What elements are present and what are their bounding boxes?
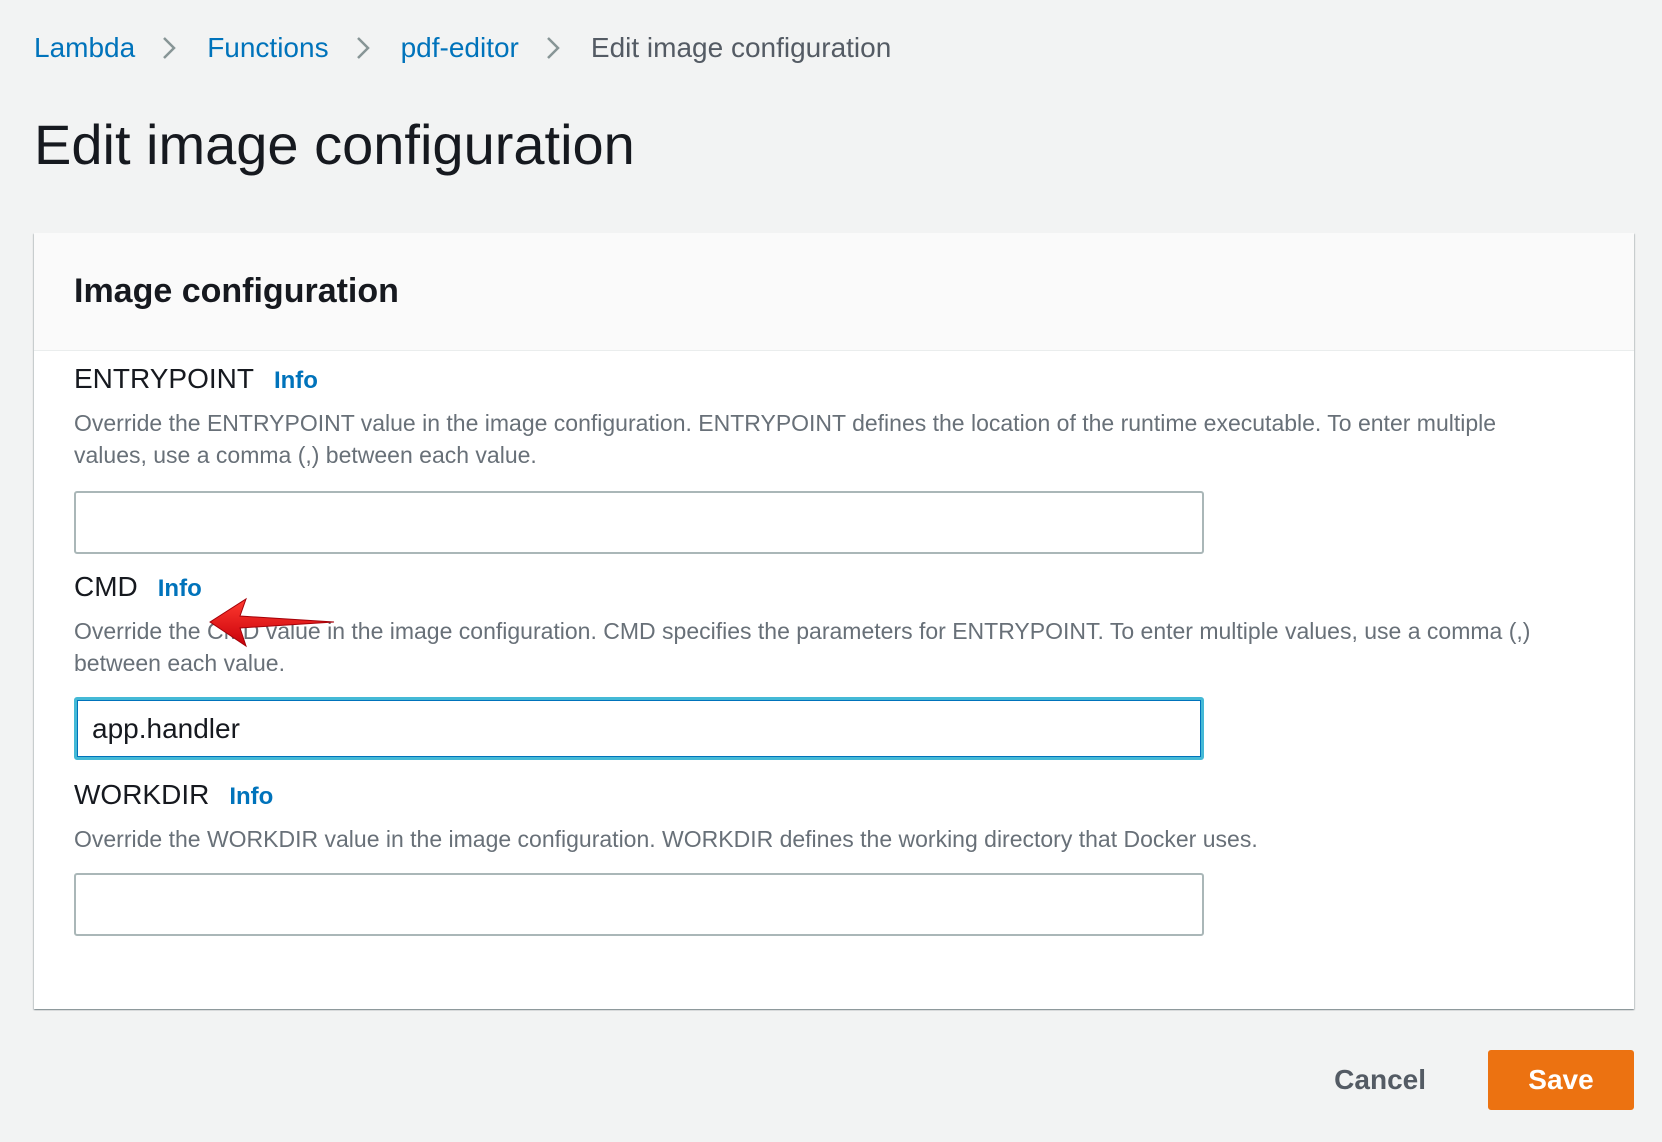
cmd-info-link[interactable]: Info bbox=[158, 575, 202, 603]
workdir-field: WORKDIR Info Override the WORKDIR value … bbox=[74, 779, 1574, 936]
cancel-button[interactable]: Cancel bbox=[1312, 1050, 1448, 1110]
chevron-right-icon bbox=[355, 36, 371, 60]
entrypoint-label: ENTRYPOINT bbox=[74, 363, 254, 394]
panel-header: Image configuration bbox=[34, 233, 1634, 351]
workdir-description: Override the WORKDIR value in the image … bbox=[74, 826, 1258, 852]
page-title: Edit image configuration bbox=[34, 113, 635, 176]
workdir-info-link[interactable]: Info bbox=[229, 783, 273, 811]
breadcrumb-functions[interactable]: Functions bbox=[207, 32, 328, 64]
chevron-right-icon bbox=[545, 36, 561, 60]
entrypoint-description: Override the ENTRYPOINT value in the ima… bbox=[74, 410, 1497, 468]
breadcrumb-lambda[interactable]: Lambda bbox=[34, 32, 135, 64]
workdir-label: WORKDIR bbox=[74, 779, 210, 810]
entrypoint-field: ENTRYPOINT Info Override the ENTRYPOINT … bbox=[74, 363, 1574, 554]
entrypoint-info-link[interactable]: Info bbox=[274, 367, 318, 395]
breadcrumb: Lambda Functions pdf-editor Edit image c… bbox=[34, 28, 891, 68]
cmd-label: CMD bbox=[74, 571, 138, 602]
workdir-input[interactable] bbox=[74, 873, 1204, 936]
entrypoint-input[interactable] bbox=[74, 491, 1204, 554]
form-actions: Cancel Save bbox=[1312, 1050, 1634, 1110]
red-arrow-icon bbox=[209, 597, 335, 648]
breadcrumb-current: Edit image configuration bbox=[590, 32, 892, 63]
breadcrumb-pdf-editor[interactable]: pdf-editor bbox=[401, 32, 519, 64]
chevron-right-icon bbox=[161, 36, 177, 60]
panel-title: Image configuration bbox=[74, 272, 399, 310]
save-button[interactable]: Save bbox=[1488, 1050, 1634, 1110]
cmd-input[interactable] bbox=[74, 697, 1204, 760]
